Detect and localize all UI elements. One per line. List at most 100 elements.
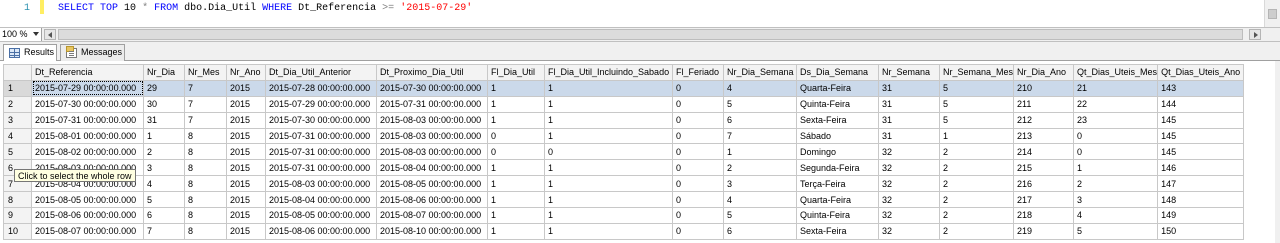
grid-cell[interactable]: 1 xyxy=(487,191,545,209)
grid-cell[interactable]: 32 xyxy=(878,222,940,240)
grid-cell[interactable]: Sexta-Feira xyxy=(796,111,879,129)
grid-cell[interactable]: 2 xyxy=(1073,175,1159,193)
grid-cell[interactable]: 2015-07-30 00:00:00.000 xyxy=(265,111,377,129)
grid-cell[interactable]: 2015 xyxy=(226,159,266,177)
grid-cell[interactable]: 2015-08-02 00:00:00.000 xyxy=(31,143,144,161)
grid-cell[interactable]: 8 xyxy=(184,143,227,161)
row-number-cell[interactable]: 4 xyxy=(3,127,32,145)
grid-cell[interactable]: 2015-07-30 00:00:00.000 xyxy=(376,79,488,97)
grid-cell[interactable]: 1 xyxy=(487,95,545,113)
grid-cell[interactable]: 2015-07-31 00:00:00.000 xyxy=(265,159,377,177)
grid-cell[interactable]: 1 xyxy=(544,159,673,177)
grid-cell[interactable]: 1 xyxy=(487,222,545,240)
grid-cell[interactable]: 2015-07-29 00:00:00.000 xyxy=(265,95,377,113)
table-row[interactable]: 4 2015-08-01 00:00:00.000 1 8 2015 2015-07-31… xyxy=(3,127,1245,145)
grid-cell[interactable]: 1 xyxy=(1073,159,1159,177)
row-number-cell[interactable]: 5 xyxy=(3,143,32,161)
table-row[interactable]: 5 2015-08-02 00:00:00.000 2 8 2015 2015-07-31… xyxy=(3,143,1245,161)
grid-cell[interactable]: 2015 xyxy=(226,111,266,129)
editor-scroll-thumb[interactable] xyxy=(1268,9,1277,19)
grid-cell[interactable]: 148 xyxy=(1157,191,1245,209)
grid-cell[interactable]: 2 xyxy=(938,207,1015,224)
zoom-dropdown[interactable]: 100 % xyxy=(0,28,42,41)
grid-cell[interactable]: Quinta-Feira xyxy=(796,207,879,224)
grid-cell[interactable]: 31 xyxy=(878,127,940,145)
grid-cell[interactable]: 216 xyxy=(1013,175,1075,193)
grid-cell[interactable]: 2015 xyxy=(226,207,266,224)
grid-cell[interactable]: 3 xyxy=(143,159,185,177)
grid-cell[interactable]: 0 xyxy=(1073,127,1159,145)
row-number-cell[interactable]: 8 xyxy=(3,191,32,209)
grid-cell[interactable]: 0 xyxy=(544,143,673,161)
grid-cell[interactable]: 32 xyxy=(878,175,940,193)
row-number-cell[interactable]: 10 xyxy=(3,222,32,240)
grid-cell[interactable]: 145 xyxy=(1157,143,1245,161)
horizontal-scroll-thumb[interactable] xyxy=(58,29,1243,40)
grid-cell[interactable]: 1 xyxy=(544,95,673,113)
row-number-cell[interactable]: 1 xyxy=(3,79,32,97)
query-editor[interactable]: 1 SELECT TOP 10 * FROM dbo.Dia_Util WHER… xyxy=(0,0,1280,27)
grid-cell[interactable]: 2 xyxy=(938,143,1015,161)
grid-cell[interactable]: 5 xyxy=(723,207,797,224)
grid-cell[interactable]: 2 xyxy=(938,175,1015,193)
grid-cell[interactable]: 1 xyxy=(143,127,185,145)
grid-cell[interactable]: 1 xyxy=(544,111,673,129)
grid-cell[interactable]: 0 xyxy=(672,191,724,209)
grid-cell[interactable]: 5 xyxy=(1073,222,1159,240)
grid-cell[interactable]: 5 xyxy=(723,95,797,113)
grid-cell[interactable]: 31 xyxy=(143,111,185,129)
grid-cell[interactable]: 5 xyxy=(143,191,185,209)
grid-cell[interactable]: 218 xyxy=(1013,207,1075,224)
grid-cell[interactable]: 143 xyxy=(1157,79,1245,97)
grid-cell[interactable]: 145 xyxy=(1157,127,1245,145)
grid-cell[interactable]: 5 xyxy=(938,79,1015,97)
scroll-left-button[interactable] xyxy=(44,29,56,40)
grid-cell[interactable]: 2015-08-10 00:00:00.000 xyxy=(376,222,488,240)
grid-cell[interactable]: 2015 xyxy=(226,95,266,113)
grid-cell[interactable]: 6 xyxy=(723,222,797,240)
grid-cell[interactable]: 31 xyxy=(878,79,940,97)
grid-cell[interactable]: 30 xyxy=(143,95,185,113)
grid-cell[interactable]: 2015-08-06 00:00:00.000 xyxy=(265,222,377,240)
table-row[interactable]: 2 2015-07-30 00:00:00.000 30 7 2015 2015-07-2… xyxy=(3,95,1245,113)
grid-cell[interactable]: 2015 xyxy=(226,175,266,193)
grid-cell[interactable]: 4 xyxy=(723,79,797,97)
grid-cell[interactable]: 21 xyxy=(1073,79,1159,97)
editor-vertical-scrollbar[interactable] xyxy=(1264,0,1280,27)
grid-cell[interactable]: 2015-08-06 00:00:00.000 xyxy=(31,207,144,224)
grid-cell[interactable]: 2 xyxy=(723,159,797,177)
grid-cell[interactable]: 23 xyxy=(1073,111,1159,129)
grid-cell[interactable]: 2 xyxy=(938,191,1015,209)
grid-cell[interactable]: Segunda-Feira xyxy=(796,159,879,177)
grid-cell[interactable]: 0 xyxy=(672,143,724,161)
grid-cell[interactable]: 2015-07-31 00:00:00.000 xyxy=(31,111,144,129)
grid-cell[interactable]: 0 xyxy=(487,143,545,161)
grid-cell[interactable]: 2015-08-03 00:00:00.000 xyxy=(376,143,488,161)
grid-cell[interactable]: 145 xyxy=(1157,111,1245,129)
grid-cell[interactable]: 146 xyxy=(1157,159,1245,177)
grid-cell[interactable]: 4 xyxy=(1073,207,1159,224)
grid-cell[interactable]: 32 xyxy=(878,207,940,224)
grid-cell[interactable]: 1 xyxy=(544,191,673,209)
grid-cell[interactable]: 2015-08-05 00:00:00.000 xyxy=(376,175,488,193)
grid-cell[interactable]: 1 xyxy=(544,127,673,145)
table-row[interactable]: 10 2015-08-07 00:00:00.000 7 8 2015 2015-08-0… xyxy=(3,222,1245,240)
grid-cell[interactable]: 1 xyxy=(544,222,673,240)
grid-cell[interactable]: 210 xyxy=(1013,79,1075,97)
grid-cell[interactable]: 4 xyxy=(143,175,185,193)
tab-messages[interactable]: Messages xyxy=(60,44,125,61)
column-header[interactable]: Nr_Ano xyxy=(226,64,266,81)
grid-cell[interactable]: 8 xyxy=(184,207,227,224)
grid-cell[interactable]: 215 xyxy=(1013,159,1075,177)
row-number-cell[interactable]: 9 xyxy=(3,207,32,224)
column-header[interactable]: Qt_Dias_Uteis_Mes xyxy=(1073,64,1159,81)
grid-cell[interactable]: 8 xyxy=(184,127,227,145)
grid-cell[interactable]: 0 xyxy=(1073,143,1159,161)
grid-cell[interactable]: Domingo xyxy=(796,143,879,161)
column-header[interactable]: Nr_Mes xyxy=(184,64,227,81)
column-header[interactable]: Nr_Semana_Mes xyxy=(938,64,1015,81)
grid-cell[interactable]: 8 xyxy=(184,191,227,209)
grid-cell[interactable]: 1 xyxy=(487,207,545,224)
grid-cell[interactable]: 1 xyxy=(544,175,673,193)
grid-cell[interactable]: 2015-08-05 00:00:00.000 xyxy=(31,191,144,209)
